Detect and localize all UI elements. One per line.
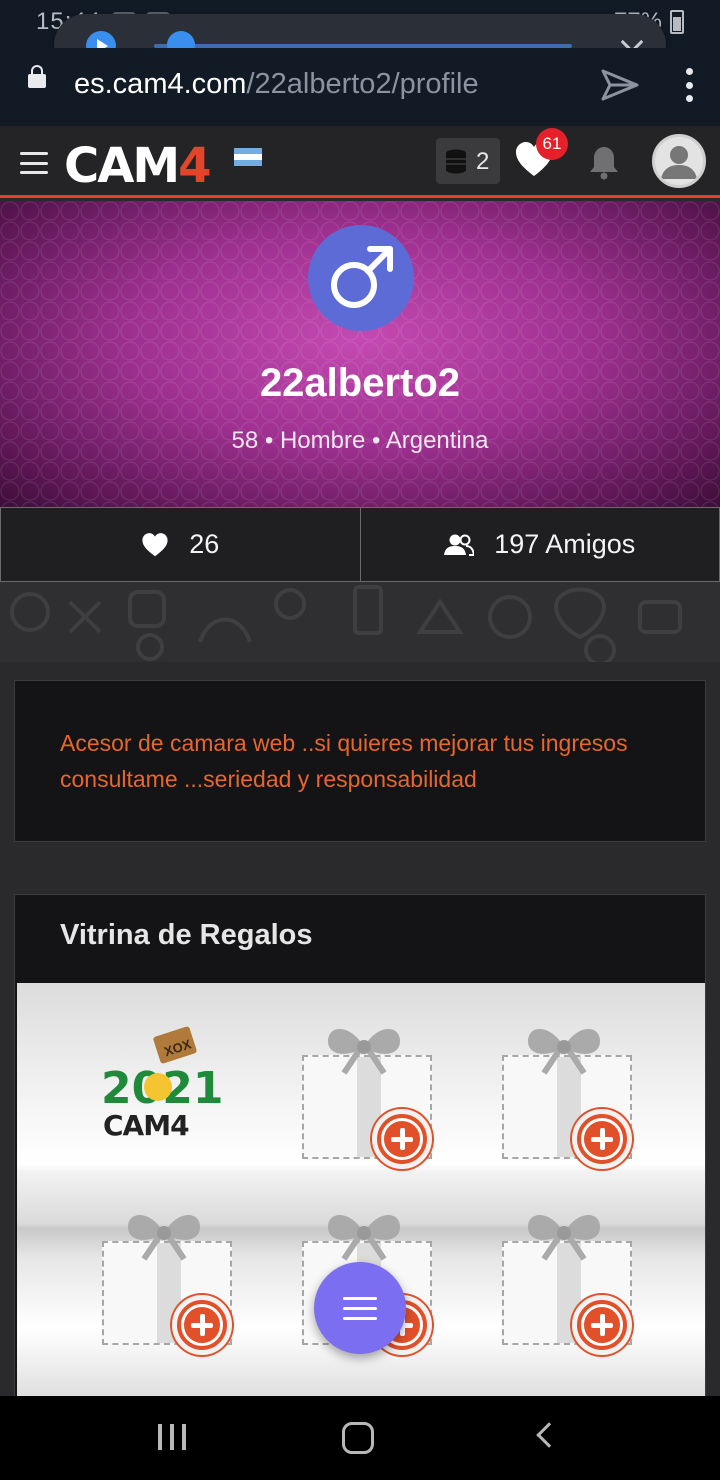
argentina-flag-icon xyxy=(234,148,262,166)
notifications-badge: 61 xyxy=(536,128,568,160)
browser-url-bar: es.cam4.com/22alberto2/profile xyxy=(0,48,720,126)
empty-gift-slot[interactable] xyxy=(94,1205,234,1355)
friends-count: 197 Amigos xyxy=(494,529,636,559)
bell-icon[interactable] xyxy=(588,144,620,180)
tokens-button[interactable]: 2 xyxy=(436,138,500,184)
url-domain: es.cam4.com xyxy=(74,68,247,100)
url-text[interactable]: es.cam4.com/22alberto2/profile xyxy=(74,68,479,101)
back-icon[interactable] xyxy=(536,1422,562,1448)
friends-stat[interactable]: 197 Amigos xyxy=(360,507,720,582)
system-nav-bar xyxy=(0,1396,720,1480)
likes-stat[interactable]: 26 xyxy=(0,507,361,582)
gift-2021-icon[interactable]: XOX 2021 CAM4 xyxy=(101,1023,231,1143)
empty-gift-slot[interactable] xyxy=(494,1205,634,1355)
battery-icon xyxy=(670,10,684,34)
gift-brand: CAM4 xyxy=(103,1109,189,1142)
heart-icon xyxy=(142,532,168,556)
home-icon[interactable] xyxy=(342,1422,374,1454)
floating-menu-button[interactable] xyxy=(314,1262,406,1354)
bio-card: Acesor de camara web ..si quieres mejora… xyxy=(14,680,706,842)
menu-icon[interactable] xyxy=(20,152,48,174)
male-symbol-icon xyxy=(331,246,393,308)
bow-icon xyxy=(328,1214,400,1261)
bow-icon xyxy=(128,1214,200,1261)
profile-meta: 58 • Hombre • Argentina xyxy=(231,427,489,454)
more-options-icon[interactable] xyxy=(684,68,694,102)
bio-text: Acesor de camara web ..si quieres mejora… xyxy=(60,730,628,792)
cam4-logo[interactable]: CAM4 xyxy=(64,138,212,194)
gender-avatar xyxy=(308,225,414,331)
recent-apps-icon[interactable] xyxy=(158,1424,186,1450)
friends-icon xyxy=(444,534,475,556)
site-header: CAM4 2 61 xyxy=(0,126,720,198)
profile-hero: 22alberto2 58 • Hombre • Argentina xyxy=(0,201,720,507)
empty-gift-slot[interactable] xyxy=(494,1019,634,1169)
bow-icon xyxy=(528,1214,600,1261)
gift-showcase-title: Vitrina de Regalos xyxy=(60,919,313,951)
profile-username: 22alberto2 xyxy=(259,361,461,405)
lock-icon[interactable] xyxy=(28,65,46,88)
profile-stats: 26 197 Amigos xyxy=(0,507,720,582)
bow-icon xyxy=(528,1028,600,1075)
app-root: 15:44 77% es.cam4.com/22alberto2/profile… xyxy=(0,0,720,1480)
add-gift-icon[interactable] xyxy=(372,1109,432,1169)
add-gift-icon[interactable] xyxy=(172,1295,232,1355)
user-avatar[interactable] xyxy=(652,134,706,188)
user-icon xyxy=(661,146,697,179)
coins-icon xyxy=(446,149,466,174)
likes-count: 26 xyxy=(189,529,220,559)
bow-icon xyxy=(328,1028,400,1075)
send-icon[interactable] xyxy=(600,68,640,102)
decorative-doodle-band xyxy=(0,582,720,662)
tokens-count: 2 xyxy=(476,148,490,175)
empty-gift-slot[interactable] xyxy=(294,1019,434,1169)
url-path: /22alberto2/profile xyxy=(246,68,479,100)
add-gift-icon[interactable] xyxy=(572,1109,632,1169)
add-gift-icon[interactable] xyxy=(572,1295,632,1355)
